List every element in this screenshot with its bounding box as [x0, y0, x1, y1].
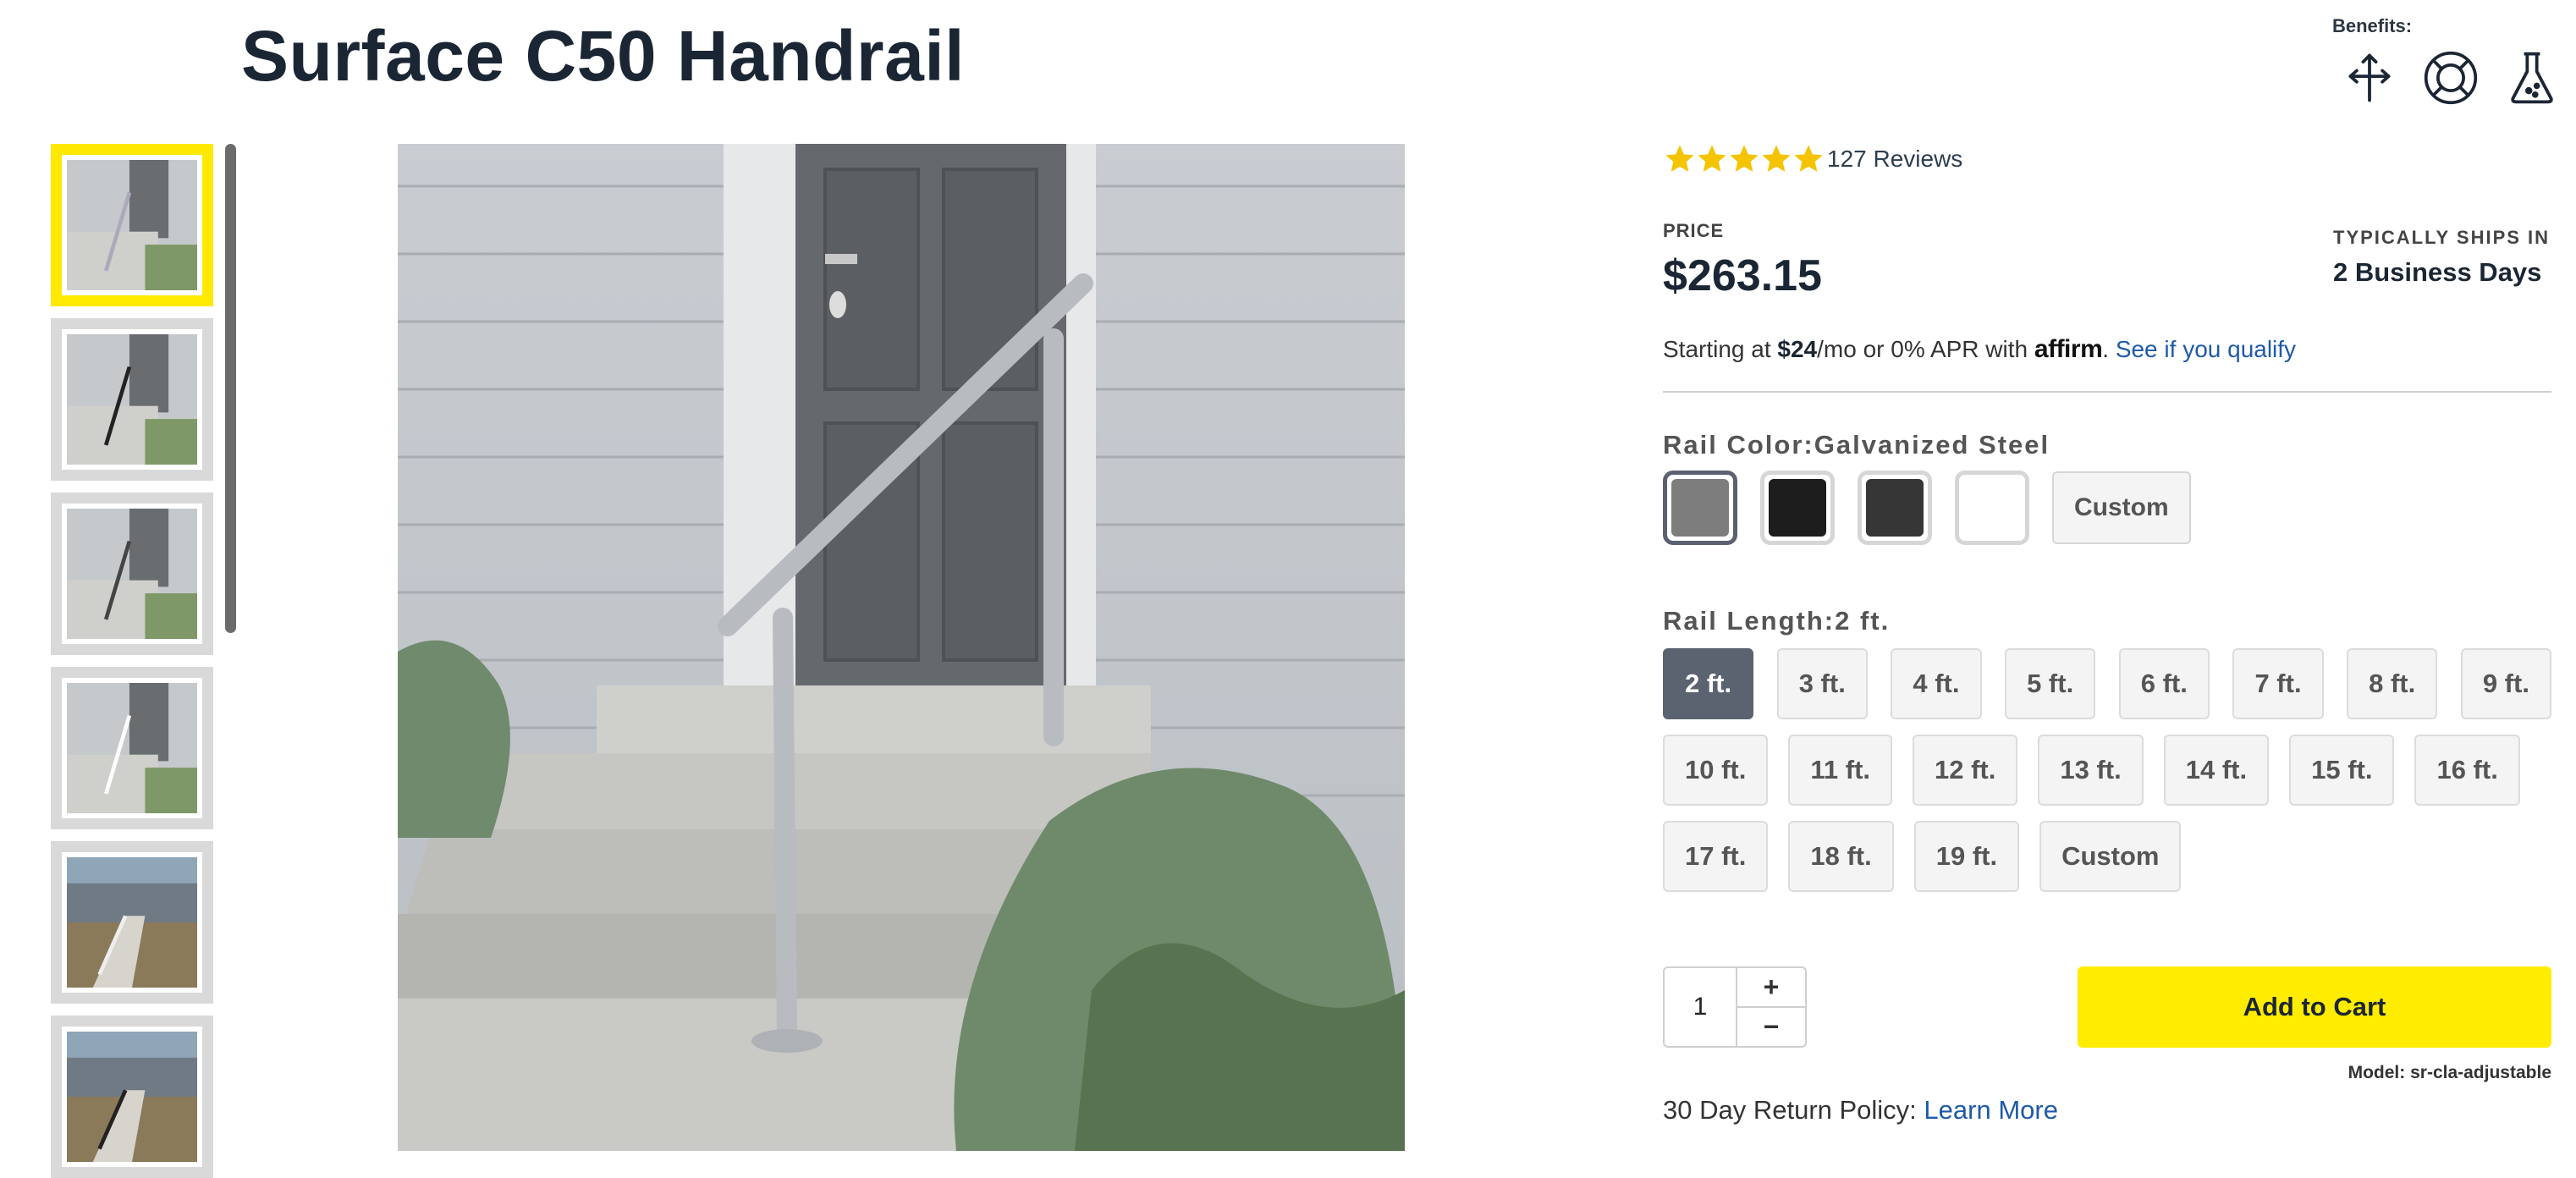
- length-option[interactable]: 16 ft.: [2414, 735, 2520, 806]
- length-option[interactable]: 7 ft.: [2232, 648, 2324, 719]
- length-row: 17 ft. 18 ft. 19 ft. Custom: [1663, 821, 2551, 892]
- star-icon: [1794, 145, 1823, 172]
- rail-color-selected: Galvanized Steel: [1814, 430, 2050, 460]
- decrement-button[interactable]: −: [1737, 1008, 1805, 1046]
- return-policy-text: 30 Day Return Policy:: [1663, 1095, 1924, 1125]
- financing-prefix: Starting at: [1663, 336, 1778, 362]
- color-swatches: Custom: [1663, 471, 2191, 545]
- swatch-fill: [1671, 479, 1729, 537]
- swatch-fill: [1769, 479, 1826, 537]
- price-value: $263.15: [1663, 251, 1822, 300]
- quantity-input[interactable]: 1: [1663, 966, 1737, 1048]
- length-option[interactable]: 11 ft.: [1788, 735, 1893, 806]
- length-option[interactable]: 18 ft.: [1788, 821, 1894, 892]
- length-option[interactable]: 5 ft.: [2005, 648, 2096, 719]
- learn-more-link[interactable]: Learn More: [1924, 1095, 2058, 1125]
- financing-text: Starting at $24/mo or 0% APR with affirm…: [1663, 335, 2296, 364]
- reviews-link[interactable]: 127 Reviews: [1827, 146, 1962, 173]
- length-option[interactable]: 19 ft.: [1913, 821, 2020, 892]
- thumbnail-1[interactable]: [51, 144, 213, 306]
- thumbnail-4[interactable]: [51, 667, 213, 829]
- swatch-black[interactable]: [1760, 471, 1835, 545]
- rail-color-label-text: Rail Color:: [1663, 430, 1814, 460]
- thumbnail-6[interactable]: [51, 1016, 213, 1178]
- divider: [1663, 391, 2551, 393]
- return-policy: 30 Day Return Policy: Learn More: [1663, 1095, 2058, 1126]
- length-option[interactable]: 15 ft.: [2289, 735, 2395, 806]
- length-option[interactable]: 10 ft.: [1663, 735, 1769, 806]
- price-label: PRICE: [1663, 220, 1725, 241]
- length-option[interactable]: 4 ft.: [1891, 648, 1982, 719]
- swatch-fill: [1963, 479, 2021, 537]
- length-row: 10 ft. 11 ft. 12 ft. 13 ft. 14 ft. 15 ft…: [1663, 735, 2551, 806]
- thumbnail-2[interactable]: [51, 318, 213, 481]
- rating[interactable]: 127 Reviews: [1663, 142, 1962, 176]
- thumbnail-strip: [51, 144, 213, 1178]
- length-option[interactable]: 17 ft.: [1663, 821, 1769, 892]
- length-option[interactable]: 14 ft.: [2163, 735, 2270, 806]
- rail-length-label: Rail Length:2 ft.: [1663, 606, 1890, 636]
- length-option[interactable]: 9 ft.: [2460, 648, 2551, 719]
- swatch-white[interactable]: [1955, 471, 2029, 545]
- thumbnail-scrollbar[interactable]: [225, 144, 236, 633]
- swatch-dark-gray[interactable]: [1858, 471, 1932, 545]
- length-option[interactable]: 2 ft.: [1663, 648, 1754, 719]
- benefits-label: Benefits:: [2332, 15, 2413, 36]
- star-icon: [1665, 145, 1694, 172]
- financing-amount: $24: [1777, 336, 1818, 362]
- model-number: Model: sr-cla-adjustable: [2348, 1063, 2551, 1082]
- length-option[interactable]: 6 ft.: [2118, 648, 2210, 719]
- rail-length-label-text: Rail Length:: [1663, 606, 1836, 636]
- length-option[interactable]: 12 ft.: [1913, 735, 2018, 806]
- star-icon: [1698, 145, 1726, 172]
- swatch-galvanized[interactable]: [1663, 471, 1737, 545]
- product-title: Surface C50 Handrail: [241, 16, 966, 96]
- affirm-logo: affirm: [2034, 335, 2103, 363]
- shipping-label: TYPICALLY SHIPS IN: [2333, 227, 2551, 248]
- quantity-stepper: 1 + −: [1663, 966, 1807, 1048]
- length-row: 2 ft. 3 ft. 4 ft. 5 ft. 6 ft. 7 ft. 8 ft…: [1663, 648, 2551, 719]
- length-option[interactable]: 8 ft.: [2347, 648, 2438, 719]
- financing-period: .: [2102, 336, 2110, 362]
- benefits: Benefits:: [2332, 15, 2561, 108]
- flask-icon: [2511, 52, 2553, 104]
- star-icon: [1730, 145, 1759, 172]
- rail-length-selected: 2 ft.: [1835, 606, 1891, 636]
- add-to-cart-button[interactable]: Add to Cart: [2078, 966, 2551, 1048]
- custom-length-button[interactable]: Custom: [2039, 821, 2182, 892]
- increment-button[interactable]: +: [1737, 968, 1805, 1008]
- adjustable-arrows-icon: [2348, 53, 2391, 102]
- main-product-image: [398, 144, 1405, 1151]
- quantity-steps: + −: [1737, 966, 1807, 1048]
- rail-color-label: Rail Color:Galvanized Steel: [1663, 430, 2050, 460]
- length-options: 2 ft. 3 ft. 4 ft. 5 ft. 6 ft. 7 ft. 8 ft…: [1663, 648, 2551, 907]
- swatch-fill: [1866, 479, 1924, 537]
- thumbnail-5[interactable]: [51, 841, 213, 1004]
- qualify-link[interactable]: See if you qualify: [2116, 336, 2296, 362]
- length-option[interactable]: 13 ft.: [2038, 735, 2144, 806]
- length-option[interactable]: 3 ft.: [1776, 648, 1868, 719]
- thumbnail-3[interactable]: [51, 493, 213, 655]
- lifebuoy-icon: [2424, 51, 2478, 105]
- custom-color-button[interactable]: Custom: [2052, 471, 2191, 544]
- star-icon: [1762, 145, 1791, 172]
- financing-suffix: /mo or 0% APR with: [1817, 336, 2034, 362]
- shipping-value: 2 Business Days: [2333, 257, 2542, 287]
